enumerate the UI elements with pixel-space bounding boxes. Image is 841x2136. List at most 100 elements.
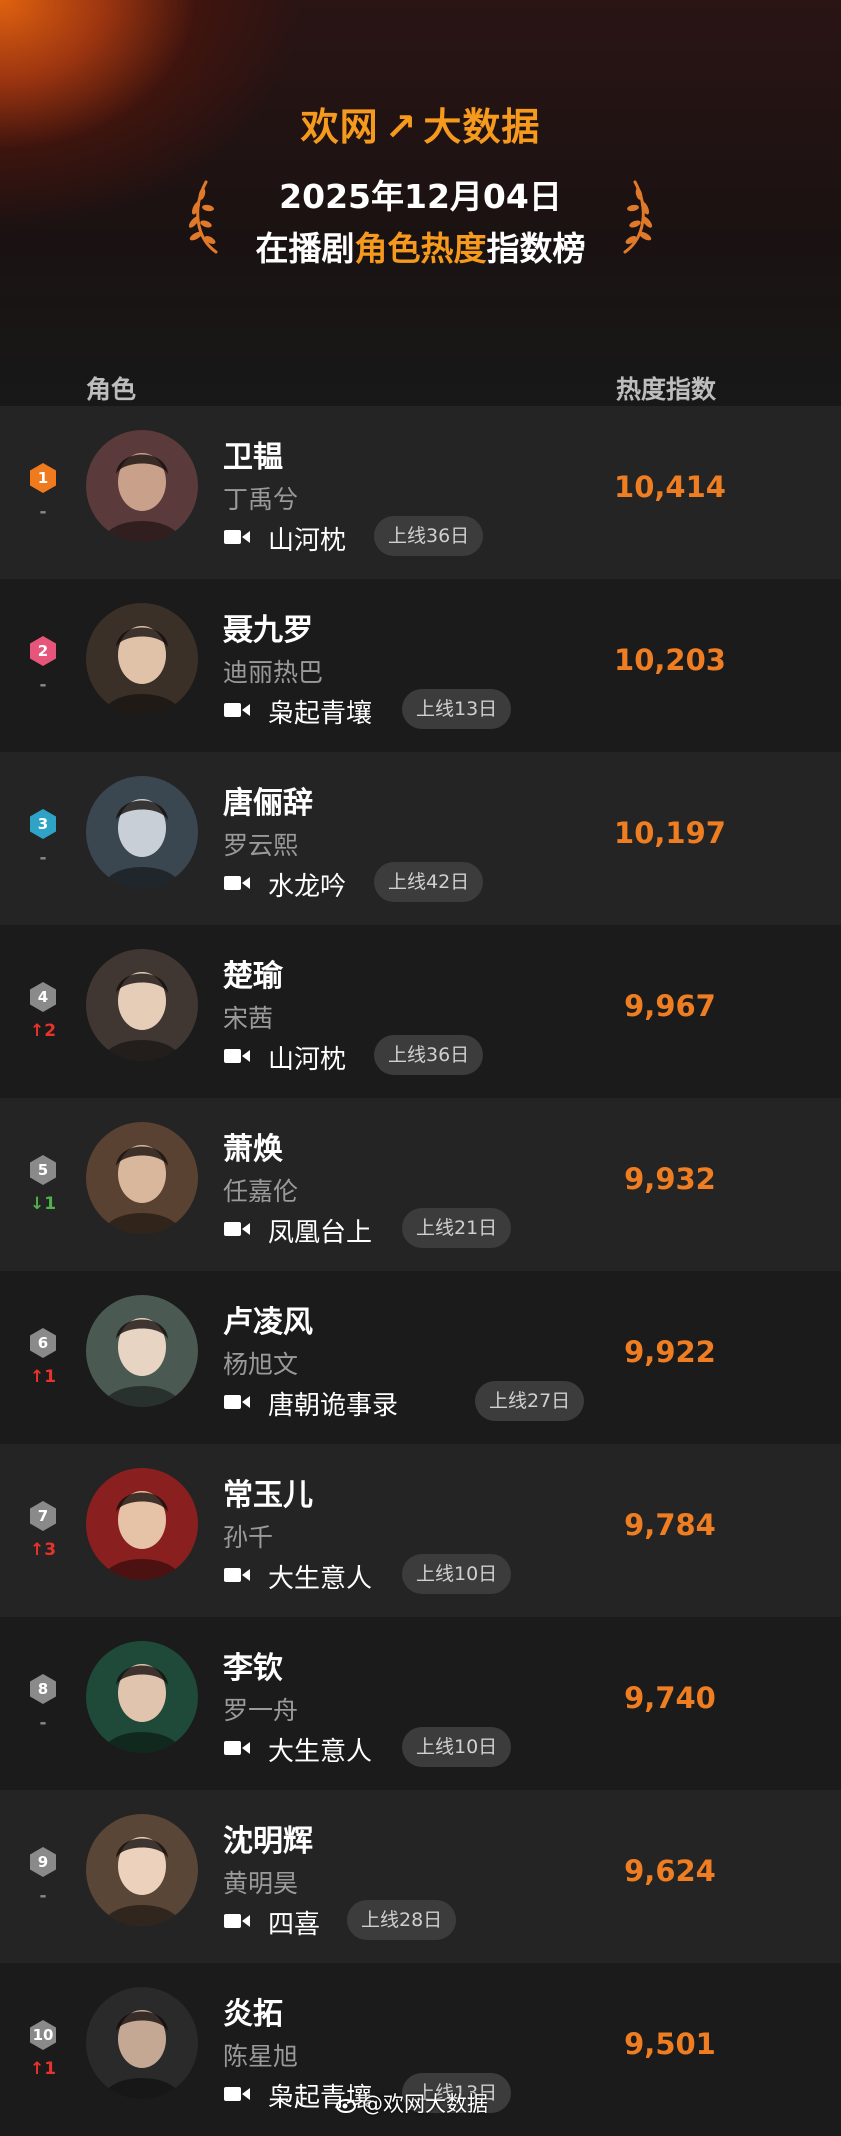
show-title[interactable]: 凤凰台上: [268, 1212, 372, 1249]
days-on-air-badge: 上线36日: [374, 516, 484, 556]
avatar[interactable]: [86, 1295, 198, 1407]
video-camera-icon: [224, 1741, 250, 1755]
rank-badge: 4: [28, 981, 58, 1013]
list-item[interactable]: 8 - 李钦 罗一舟 大生意人 上线10日 9,740: [0, 1617, 841, 1790]
list-item[interactable]: 4 ↑2 楚瑜 宋茜 山河枕 上线36日 9,967: [0, 925, 841, 1098]
heat-score: 9,624: [624, 1854, 716, 1888]
rank-number: 7: [37, 1507, 49, 1525]
rank-change: ↑1: [29, 1367, 57, 1387]
video-camera-icon: [224, 2087, 250, 2101]
heat-score: 9,932: [624, 1162, 716, 1196]
list-item[interactable]: 9 - 沈明辉 黄明昊 四喜 上线28日 9,624: [0, 1790, 841, 1963]
video-camera-icon: [224, 1049, 250, 1063]
list-item[interactable]: 5 ↓1 萧焕 任嘉伦 凤凰台上 上线21日 9,932: [0, 1098, 841, 1271]
rank-badge: 9: [28, 1846, 58, 1878]
heat-score: 10,414: [614, 470, 726, 504]
actor-name: 陈星旭: [223, 2042, 299, 2071]
show-title[interactable]: 四喜: [268, 1904, 320, 1941]
actor-name: 丁禹兮: [223, 485, 299, 514]
list-item[interactable]: 3 - 唐俪辞 罗云熙 水龙吟 上线42日 10,197: [0, 752, 841, 925]
avatar[interactable]: [86, 776, 198, 888]
rank-badge: 2: [28, 635, 58, 667]
weibo-icon: [336, 2099, 356, 2113]
days-on-air-badge: 上线10日: [402, 1554, 512, 1594]
watermark-text: @欢网大数据: [362, 2092, 488, 2116]
actor-name: 迪丽热巴: [223, 658, 324, 687]
days-on-air-badge: 上线36日: [374, 1035, 484, 1075]
avatar[interactable]: [86, 1987, 198, 2099]
days-on-air-badge: 上线27日: [475, 1381, 585, 1421]
days-on-air-badge: 上线13日: [402, 689, 512, 729]
character-name: 李钦: [223, 1651, 283, 1686]
header-banner: 欢网 ↗ 大数据 2025年12月04日 在播剧角色热度指数榜: [0, 0, 841, 400]
rank-number: 1: [37, 469, 49, 487]
heat-score: 9,967: [624, 989, 716, 1023]
rank-badge: 5: [28, 1154, 58, 1186]
title-pre: 在播剧: [255, 229, 355, 268]
avatar[interactable]: [86, 949, 198, 1061]
show-title[interactable]: 枭起青壤: [268, 693, 372, 730]
actor-name: 黄明昊: [223, 1869, 299, 1898]
ranking-list: 1 - 卫韫 丁禹兮 山河枕 上线36日 10,414 2 - 聂九罗 迪丽热巴…: [0, 406, 841, 2136]
actor-name: 罗云熙: [223, 831, 299, 860]
rank-change: -: [39, 1886, 47, 1906]
days-on-air-badge: 上线28日: [347, 1900, 457, 1940]
video-camera-icon: [224, 703, 250, 717]
portrait-icon: [86, 1122, 198, 1234]
character-name: 唐俪辞: [223, 786, 313, 821]
avatar[interactable]: [86, 1641, 198, 1753]
rank-change: ↑1: [29, 2059, 57, 2079]
rank-badge: 8: [28, 1673, 58, 1705]
list-item[interactable]: 7 ↑3 常玉儿 孙千 大生意人 上线10日 9,784: [0, 1444, 841, 1617]
days-on-air-badge: 上线10日: [402, 1727, 512, 1767]
rank-change: -: [39, 675, 47, 695]
rank-number: 3: [37, 815, 49, 833]
rank-change: ↑2: [29, 1021, 57, 1041]
rank-number: 2: [37, 642, 49, 660]
brand-left: 欢网: [300, 105, 379, 149]
watermark: @欢网大数据: [336, 2088, 488, 2118]
character-name: 卢凌风: [223, 1305, 313, 1340]
show-title[interactable]: 山河枕: [268, 1039, 346, 1076]
video-camera-icon: [224, 1914, 250, 1928]
brand-logo: 欢网 ↗ 大数据: [0, 96, 841, 151]
column-header-role: 角色: [86, 375, 137, 404]
avatar[interactable]: [86, 1122, 198, 1234]
portrait-icon: [86, 1468, 198, 1580]
character-name: 卫韫: [223, 440, 283, 475]
actor-name: 宋茜: [223, 1004, 274, 1033]
avatar[interactable]: [86, 603, 198, 715]
portrait-icon: [86, 1641, 198, 1753]
rank-badge: 6: [28, 1327, 58, 1359]
heat-score: 9,784: [624, 1508, 716, 1542]
rank-number: 4: [37, 988, 49, 1006]
character-name: 聂九罗: [223, 613, 313, 648]
days-on-air-badge: 上线42日: [374, 862, 484, 902]
rank-number: 10: [32, 2026, 54, 2044]
show-title[interactable]: 大生意人: [268, 1731, 372, 1768]
rank-badge: 3: [28, 808, 58, 840]
actor-name: 罗一舟: [223, 1696, 299, 1725]
trend-arrow-icon: ↗: [384, 105, 418, 149]
list-item[interactable]: 1 - 卫韫 丁禹兮 山河枕 上线36日 10,414: [0, 406, 841, 579]
portrait-icon: [86, 1814, 198, 1926]
rank-change: -: [39, 502, 47, 522]
video-camera-icon: [224, 1222, 250, 1236]
avatar[interactable]: [86, 430, 198, 542]
show-title[interactable]: 大生意人: [268, 1558, 372, 1595]
rank-change: -: [39, 1713, 47, 1733]
show-title[interactable]: 唐朝诡事录: [268, 1385, 398, 1422]
heat-score: 9,501: [624, 2027, 716, 2061]
video-camera-icon: [224, 1568, 250, 1582]
list-item[interactable]: 6 ↑1 卢凌风 杨旭文 唐朝诡事录 上线27日 9,922: [0, 1271, 841, 1444]
heat-score: 10,203: [614, 643, 726, 677]
show-title[interactable]: 山河枕: [268, 520, 346, 557]
list-item[interactable]: 2 - 聂九罗 迪丽热巴 枭起青壤 上线13日 10,203: [0, 579, 841, 752]
avatar[interactable]: [86, 1814, 198, 1926]
avatar[interactable]: [86, 1468, 198, 1580]
rank-badge: 10: [28, 2019, 58, 2051]
rank-change: -: [39, 848, 47, 868]
character-name: 萧焕: [223, 1132, 283, 1167]
portrait-icon: [86, 430, 198, 542]
show-title[interactable]: 水龙吟: [268, 866, 346, 903]
